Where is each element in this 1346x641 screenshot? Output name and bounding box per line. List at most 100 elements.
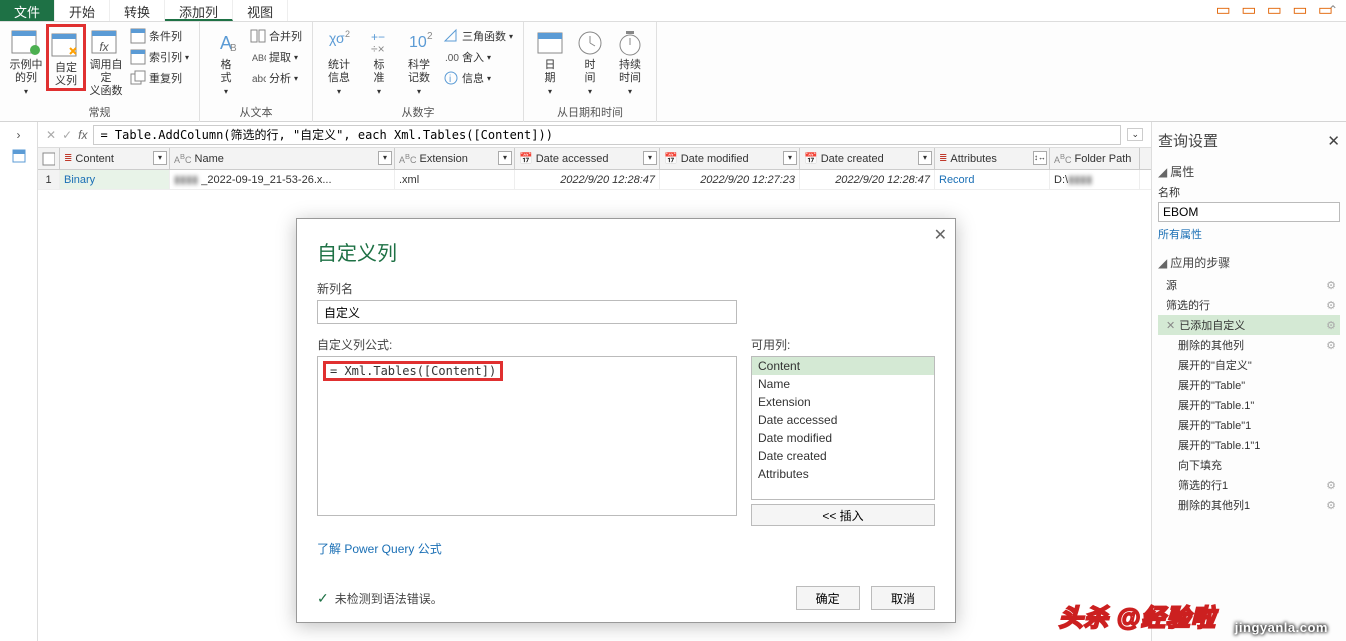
col-content[interactable]: ≣Content▾ xyxy=(60,148,170,169)
applied-step[interactable]: 展开的"Table.1"1 xyxy=(1158,435,1340,455)
trigonometry-button[interactable]: 三角函数▾ xyxy=(439,26,517,46)
menu-transform[interactable]: 转换 xyxy=(110,0,165,21)
col-extension[interactable]: ABCExtension▾ xyxy=(395,148,515,169)
svg-text:i: i xyxy=(449,74,451,85)
formula-dropdown-icon[interactable]: ⌄ xyxy=(1127,128,1143,141)
applied-step[interactable]: 展开的"Table" xyxy=(1158,375,1340,395)
table-row[interactable]: 1 Binary ▮▮▮▮ _2022-09-19_21-53-26.x... … xyxy=(38,170,1151,190)
all-properties-link[interactable]: 所有属性 xyxy=(1158,226,1340,242)
check-icon: ✓ xyxy=(317,590,329,607)
close-panel-icon[interactable]: ✕ xyxy=(1327,132,1340,150)
duplicate-column-button[interactable]: 重复列 xyxy=(126,68,193,88)
formula-accept-icon[interactable]: ✓ xyxy=(62,128,72,142)
query-name-input[interactable] xyxy=(1158,202,1340,222)
calendar-icon: 📅 xyxy=(519,152,533,165)
menu-file[interactable]: 文件 xyxy=(0,0,55,21)
svg-text:abc: abc xyxy=(252,74,266,85)
svg-text:2: 2 xyxy=(345,29,350,39)
col-attributes[interactable]: ≣Attributes↕↔ xyxy=(935,148,1050,169)
filter-icon[interactable]: ▾ xyxy=(498,151,512,165)
filter-icon[interactable]: ▾ xyxy=(918,151,932,165)
insert-button[interactable]: << 插入 xyxy=(751,504,935,526)
watermark-brand: 头杀 @经验啦 xyxy=(1059,598,1216,633)
available-column-item[interactable]: Name xyxy=(752,375,934,393)
applied-step[interactable]: 展开的"Table"1 xyxy=(1158,415,1340,435)
information-button[interactable]: i信息▾ xyxy=(439,68,517,88)
extract-button[interactable]: ABC提取▾ xyxy=(246,47,306,67)
queries-icon xyxy=(11,148,27,164)
cancel-button[interactable]: 取消 xyxy=(871,586,935,610)
svg-text:fx: fx xyxy=(99,40,109,54)
duration-button[interactable]: 持续 时间▾ xyxy=(610,24,650,98)
custom-formula-input[interactable]: = Xml.Tables([Content]) xyxy=(317,356,737,516)
available-column-item[interactable]: Date modified xyxy=(752,429,934,447)
filter-icon[interactable]: ▾ xyxy=(378,151,392,165)
menu-view[interactable]: 视图 xyxy=(233,0,288,21)
parse-button[interactable]: abc分析▾ xyxy=(246,68,306,88)
menu-home[interactable]: 开始 xyxy=(55,0,110,21)
ok-button[interactable]: 确定 xyxy=(796,586,860,610)
applied-step[interactable]: 向下填充 xyxy=(1158,455,1340,475)
custom-column-button[interactable]: 自定 义列 xyxy=(46,24,86,91)
col-folder-path[interactable]: ABCFolder Path xyxy=(1050,148,1140,169)
available-columns-list[interactable]: ContentNameExtensionDate accessedDate mo… xyxy=(751,356,935,500)
calendar-icon: 📅 xyxy=(804,152,818,165)
format-button[interactable]: AB格 式▾ xyxy=(206,24,246,98)
dialog-close-button[interactable]: ✕ xyxy=(934,225,947,245)
top-decoration: ▭ ▭ ▭ ▭ ▭ xyxy=(1216,0,1336,20)
calendar-icon: 📅 xyxy=(664,152,678,165)
filter-icon[interactable]: ↕↔ xyxy=(1033,151,1047,165)
date-button[interactable]: 日 期▾ xyxy=(530,24,570,98)
available-column-item[interactable]: Extension xyxy=(752,393,934,411)
formula-highlight: = Xml.Tables([Content]) xyxy=(323,361,503,381)
applied-step[interactable]: 筛选的行⚙ xyxy=(1158,295,1340,315)
svg-text:B: B xyxy=(230,43,237,54)
rounding-button[interactable]: .00舍入▾ xyxy=(439,47,517,67)
learn-pq-link[interactable]: 了解 Power Query 公式 xyxy=(317,540,442,557)
available-column-item[interactable]: Attributes xyxy=(752,465,934,483)
ribbon: 示例中 的列▾ 自定 义列 fx调用自定 义函数 条件列 索引列▾ 重复列 常规… xyxy=(0,22,1346,122)
applied-step[interactable]: 展开的"自定义" xyxy=(1158,355,1340,375)
applied-step[interactable]: 展开的"Table.1" xyxy=(1158,395,1340,415)
filter-icon[interactable]: ▾ xyxy=(153,151,167,165)
applied-step[interactable]: 删除的其他列⚙ xyxy=(1158,335,1340,355)
available-column-item[interactable]: Date accessed xyxy=(752,411,934,429)
filter-icon[interactable]: ▾ xyxy=(643,151,657,165)
applied-step[interactable]: 源⚙ xyxy=(1158,275,1340,295)
formula-cancel-icon[interactable]: ✕ xyxy=(46,128,56,142)
applied-step[interactable]: 删除的其他列1⚙ xyxy=(1158,495,1340,515)
ribbon-group-general-label: 常规 xyxy=(6,104,193,122)
time-button[interactable]: 时 间▾ xyxy=(570,24,610,98)
applied-step[interactable]: 筛选的行1⚙ xyxy=(1158,475,1340,495)
svg-text:÷×: ÷× xyxy=(371,42,385,56)
col-name[interactable]: ABCName▾ xyxy=(170,148,395,169)
available-column-item[interactable]: Date created xyxy=(752,447,934,465)
col-date-modified[interactable]: 📅Date modified▾ xyxy=(660,148,800,169)
table-icon xyxy=(42,152,55,166)
ribbon-group-text-label: 从文本 xyxy=(206,104,306,122)
ribbon-group-number-label: 从数字 xyxy=(319,104,517,122)
scientific-button[interactable]: 102科学 记数▾ xyxy=(399,24,439,98)
example-column-button[interactable]: 示例中 的列▾ xyxy=(6,24,46,98)
merge-columns-button[interactable]: 合并列 xyxy=(246,26,306,46)
watermark-site: jingyanla.com xyxy=(1235,620,1328,635)
query-settings-panel: 查询设置✕ ◢属性 名称 所有属性 ◢应用的步骤 源⚙筛选的行⚙✕已添加自定义⚙… xyxy=(1151,122,1346,641)
conditional-column-button[interactable]: 条件列 xyxy=(126,26,193,46)
new-column-name-input[interactable] xyxy=(317,300,737,324)
queries-rail[interactable]: › xyxy=(0,122,38,641)
applied-step[interactable]: ✕已添加自定义⚙ xyxy=(1158,315,1340,335)
svg-text:2: 2 xyxy=(427,31,433,42)
standard-button[interactable]: +−÷×标 准▾ xyxy=(359,24,399,98)
svg-text:χσ: χσ xyxy=(329,30,345,46)
invoke-function-button[interactable]: fx调用自定 义函数 xyxy=(86,24,126,98)
filter-icon[interactable]: ▾ xyxy=(783,151,797,165)
index-column-button[interactable]: 索引列▾ xyxy=(126,47,193,67)
statistics-button[interactable]: χσ2统计 信息▾ xyxy=(319,24,359,98)
available-column-item[interactable]: Content xyxy=(752,357,934,375)
panel-title: 查询设置 xyxy=(1158,130,1218,151)
col-date-created[interactable]: 📅Date created▾ xyxy=(800,148,935,169)
col-date-accessed[interactable]: 📅Date accessed▾ xyxy=(515,148,660,169)
formula-input[interactable] xyxy=(93,125,1121,145)
menu-addcolumn[interactable]: 添加列 xyxy=(165,0,233,21)
expand-rail-icon[interactable]: › xyxy=(17,128,21,142)
